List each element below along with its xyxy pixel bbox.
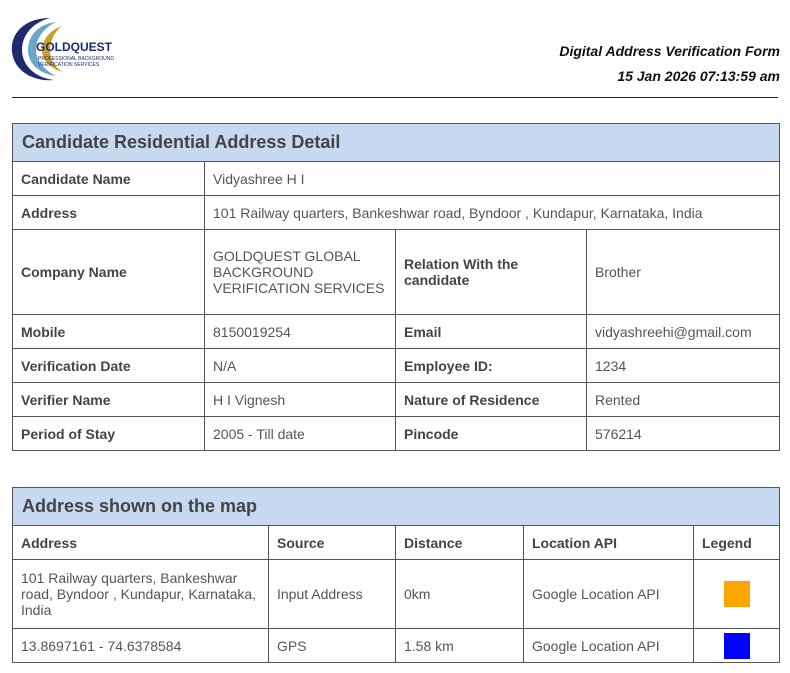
map-row-legend (692, 559, 781, 629)
verifier-name-value: H I Vignesh (204, 382, 396, 417)
column-header-source: Source (268, 525, 396, 560)
pincode-value: 576214 (585, 416, 781, 451)
map-row-address: 13.8697161 - 74.6378584 (12, 628, 269, 663)
verification-date-value: N/A (204, 348, 396, 383)
report-header: GOLDQUEST PROFESSIONAL BACKGROUND VERIFI… (0, 0, 790, 100)
candidate-address-table: Candidate Residential Address Detail Can… (11, 123, 781, 451)
address-value: 101 Railway quarters, Bankeshwar road, B… (203, 195, 781, 230)
employee-id-value: 1234 (585, 348, 781, 383)
verifier-name-label: Verifier Name (12, 382, 205, 417)
email-label: Email (395, 314, 587, 349)
pincode-label: Pincode (395, 416, 587, 451)
table-row: Candidate Name Vidyashree H I (12, 161, 781, 196)
map-table-header-row: Address Source Distance Location API Leg… (12, 525, 781, 560)
period-of-stay-label: Period of Stay (12, 416, 205, 451)
column-header-address: Address (12, 525, 269, 560)
address-label: Address (12, 195, 205, 230)
company-name-value: GOLDQUEST GLOBAL BACKGROUND VERIFICATION… (204, 229, 396, 315)
logo-wordmark: GOLDQUEST (36, 40, 113, 54)
table-row: Period of Stay 2005 - Till date Pincode … (12, 416, 781, 451)
table-row: 101 Railway quarters, Bankeshwar road, B… (12, 559, 781, 629)
candidate-section-header: Candidate Residential Address Detail (11, 123, 781, 162)
candidate-section-title: Candidate Residential Address Detail (11, 123, 781, 162)
mobile-label: Mobile (12, 314, 205, 349)
map-address-table: Address shown on the map Address Source … (11, 487, 781, 663)
relation-value: Brother (585, 229, 781, 315)
residence-nature-label: Nature of Residence (395, 382, 587, 417)
goldquest-logo: GOLDQUEST PROFESSIONAL BACKGROUND VERIFI… (10, 14, 145, 84)
map-row-source: Input Address (268, 559, 396, 629)
table-row: 13.8697161 - 74.6378584 GPS 1.58 km Goog… (12, 628, 781, 663)
candidate-name-value: Vidyashree H I (203, 161, 781, 196)
period-of-stay-value: 2005 - Till date (204, 416, 396, 451)
map-row-address: 101 Railway quarters, Bankeshwar road, B… (12, 559, 269, 629)
relation-label: Relation With the candidate (395, 229, 587, 315)
map-row-distance: 1.58 km (395, 628, 524, 663)
form-timestamp: 15 Jan 2026 07:13:59 am (617, 68, 780, 84)
table-row: Address 101 Railway quarters, Bankeshwar… (12, 195, 781, 230)
legend-swatch (723, 581, 750, 607)
map-row-source: GPS (268, 628, 396, 663)
map-row-distance: 0km (395, 559, 524, 629)
logo-tagline-2: VERIFICATION SERVICES (38, 62, 100, 68)
legend-swatch (723, 632, 750, 659)
map-row-location-api: Google Location API (523, 559, 694, 629)
candidate-name-label: Candidate Name (12, 161, 205, 196)
table-row: Mobile 8150019254 Email vidyashreehi@gma… (12, 314, 781, 349)
table-row: Verification Date N/A Employee ID: 1234 (12, 348, 781, 383)
residence-nature-value: Rented (585, 382, 781, 417)
map-section-header: Address shown on the map (11, 487, 781, 526)
column-header-distance: Distance (395, 525, 524, 560)
employee-id-label: Employee ID: (395, 348, 587, 383)
header-divider (12, 97, 778, 98)
column-header-legend: Legend (692, 525, 781, 560)
email-value: vidyashreehi@gmail.com (585, 314, 781, 349)
map-row-location-api: Google Location API (523, 628, 694, 663)
column-header-location-api: Location API (523, 525, 694, 560)
company-name-label: Company Name (12, 229, 205, 315)
table-row: Company Name GOLDQUEST GLOBAL BACKGROUND… (12, 229, 781, 315)
form-title: Digital Address Verification Form (559, 43, 780, 59)
map-row-legend (692, 628, 781, 663)
map-section-title: Address shown on the map (11, 487, 781, 526)
verification-date-label: Verification Date (12, 348, 205, 383)
table-row: Verifier Name H I Vignesh Nature of Resi… (12, 382, 781, 417)
mobile-value: 8150019254 (204, 314, 396, 349)
